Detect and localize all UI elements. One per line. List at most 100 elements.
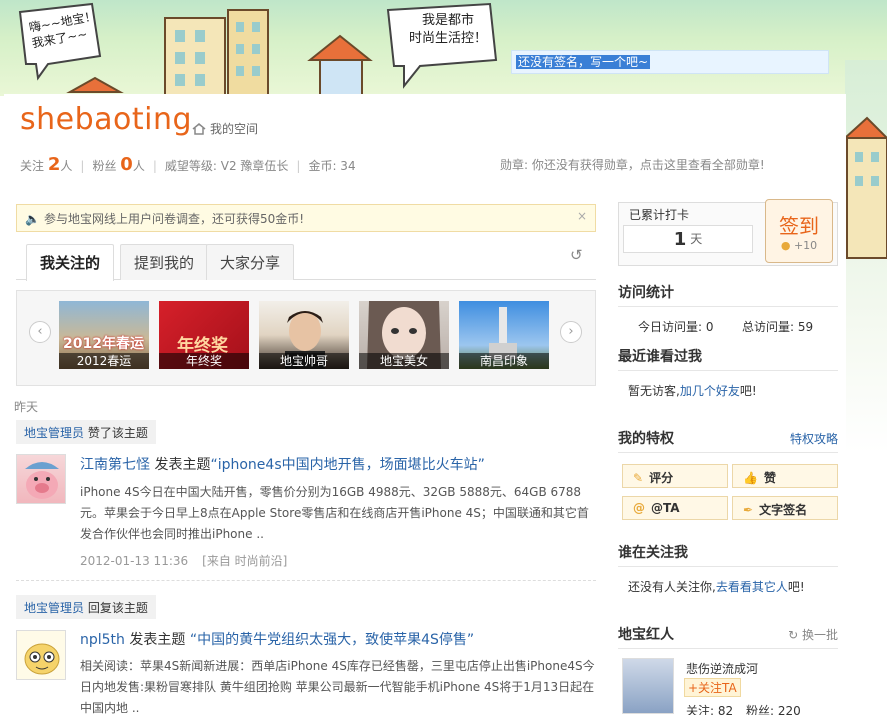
carousel-item[interactable]: 2012年春运 2012春运 [59, 301, 149, 369]
survey-notice: 🔈 参与地宝网线上用户问卷调查，还可获得50金币! × [16, 204, 596, 232]
feed-tabs: 我关注的 提到我的 大家分享 [16, 244, 596, 281]
divider [618, 566, 838, 567]
carousel-next-button[interactable]: › [560, 321, 582, 343]
divider [618, 370, 838, 371]
recent-tail: 吧! [739, 384, 757, 398]
privilege-rate-button[interactable]: ✎ 评分 [622, 464, 728, 488]
post-source[interactable]: [来自 时尚前沿] [202, 554, 287, 568]
follow-user-button[interactable]: +关注TA [684, 678, 741, 697]
activity-user-link[interactable]: 地宝管理员 [24, 426, 84, 440]
feed-body: iPhone 4S今日在中国大陆开售，零售价分别为16GB 4988元、32GB… [80, 485, 589, 541]
thumb-caption: 地宝帅哥 [259, 353, 349, 369]
privileges-title: 我的特权 特权攻略 [618, 428, 838, 448]
carousel-item[interactable]: 地宝帅哥 [259, 301, 349, 369]
privilege-label: 文字签名 [759, 503, 808, 517]
followers-text: 还没有人关注你,去看看其它人吧! [628, 578, 805, 595]
follow-unit: 人 [60, 159, 73, 173]
divider: | [296, 159, 301, 173]
privilege-at-button[interactable]: @ @TA [622, 496, 728, 520]
checkin-button[interactable]: 签到 ● +10 [765, 199, 833, 263]
fans-unit: 人 [132, 159, 145, 173]
activity-user-link[interactable]: 地宝管理员 [24, 601, 84, 615]
pen-icon: ✒ [743, 503, 754, 517]
signature-input[interactable]: 还没有签名，写一个吧~ [511, 50, 829, 74]
avatar[interactable] [16, 630, 66, 680]
checkin-label: 已累计打卡 [629, 208, 690, 222]
divider [16, 580, 596, 581]
followers-title: 谁在关注我 [618, 542, 838, 562]
topic-carousel: ‹ 2012年春运 2012春运 年终奖 年终奖 地宝帅哥 地宝美女 南昌印象 … [16, 290, 596, 386]
profile-stats: 关注 2人 | 粉丝 0人 | 威望等级: V2 豫章伍长 | 金币: 34 [20, 154, 356, 175]
privilege-label: 赞 [763, 471, 776, 485]
tab-following[interactable]: 我关注的 [26, 244, 115, 281]
topic-link[interactable]: “中国的黄牛党组织太强大，致使苹果4S停售” [190, 632, 474, 648]
refresh-batch-button[interactable]: ↻ 换一批 [788, 626, 838, 643]
author-link[interactable]: npl5th [80, 632, 125, 648]
fans-link[interactable]: 粉丝 0人 [92, 154, 145, 175]
close-icon[interactable]: × [577, 209, 587, 223]
featured-user-name[interactable]: 悲伤逆流成河 [686, 660, 758, 677]
tab-label: 我关注的 [40, 254, 101, 272]
privilege-like-button[interactable]: 👍 赞 [732, 464, 838, 488]
visit-stats-title: 访问统计 [618, 282, 838, 302]
divider [618, 452, 838, 453]
thumb-caption: 2012春运 [59, 353, 149, 369]
feed-action: 发表主题 [154, 457, 211, 473]
topic-link[interactable]: “iphone4s中国内地开售，场面堪比火车站” [210, 457, 484, 473]
fans-label: 粉丝 [92, 159, 117, 173]
section-title: 谁在关注我 [618, 545, 688, 561]
avatar[interactable] [622, 658, 674, 714]
author-link[interactable]: 江南第七怪 [80, 457, 150, 473]
myspace-link[interactable]: 我的空间 [192, 120, 258, 137]
refresh-icon[interactable]: ↺ [570, 246, 586, 264]
carousel-item[interactable]: 年终奖 年终奖 [159, 301, 249, 369]
feed-action: 发表主题 [129, 632, 186, 648]
recent-visitors-title: 最近谁看过我 [618, 346, 838, 366]
privilege-signature-button[interactable]: ✒ 文字签名 [732, 496, 838, 520]
carousel-prev-button[interactable]: ‹ [29, 321, 51, 343]
right-decoration [845, 60, 887, 715]
follow-label: 关注 [20, 159, 45, 173]
privilege-label: @TA [651, 501, 680, 515]
coin-icon: ● [780, 239, 791, 252]
myspace-label: 我的空间 [210, 122, 259, 136]
main-panel: shebaoting 我的空间 关注 2人 | 粉丝 0人 | 威望等级: V2 豫章伍… [4, 94, 846, 715]
feed-body: 相关阅读：苹果4S新闻新进展：西单店iPhone 4S库存已经售罄，三里屯店停止… [80, 659, 595, 715]
rate-icon: ✎ [633, 471, 644, 485]
fans-count: 0 [120, 154, 133, 175]
tab-mentions[interactable]: 提到我的 [120, 244, 209, 280]
medal-link[interactable]: 勋章: 你还没有获得勋章，点击这里查看全部勋章! [500, 156, 765, 173]
thumb-caption: 年终奖 [159, 353, 249, 369]
checkin-days: 1天 [623, 225, 753, 253]
notice-text[interactable]: 参与地宝网线上用户问卷调查，还可获得50金币! [44, 212, 304, 226]
thumb-caption: 南昌印象 [459, 353, 549, 369]
cloud-right-text: 我是都市 时尚生活控！ [408, 13, 487, 46]
privileges-guide-link[interactable]: 特权攻略 [790, 430, 838, 447]
post-date: 2012-01-13 11:36 [80, 554, 189, 568]
divider: | [80, 159, 85, 173]
home-icon [192, 123, 206, 135]
follow-link[interactable]: 关注 2人 [20, 154, 73, 175]
signature-text: 还没有签名，写一个吧~ [516, 55, 651, 69]
visit-total: 总访问量: 59 [742, 320, 814, 334]
visit-today: 今日访问量: 0 [638, 320, 714, 334]
tab-share[interactable]: 大家分享 [206, 244, 295, 280]
browse-others-link[interactable]: 去看看其它人 [716, 580, 788, 594]
add-friends-link[interactable]: 加几个好友 [680, 384, 740, 398]
featured-user-fans: 粉丝: 220 [746, 704, 801, 715]
checkin-button-label: 签到 [779, 214, 819, 238]
feed-meta: 2012-01-13 11:36 [来自 时尚前沿] [80, 552, 287, 569]
checkin-unit: 天 [690, 232, 703, 246]
divider [618, 306, 838, 307]
carousel-item[interactable]: 南昌印象 [459, 301, 549, 369]
feed-heading: npl5th 发表主题 “中国的黄牛党组织太强大，致使苹果4S停售” [80, 629, 474, 649]
avatar[interactable] [16, 454, 66, 504]
recent-visitors-text: 暂无访客,加几个好友吧! [628, 382, 757, 399]
follow-count: 2 [47, 154, 61, 175]
activity-action: 回复该主题 [87, 601, 148, 615]
section-title: 访问统计 [618, 285, 674, 301]
username-title: shebaoting [20, 102, 193, 137]
recent-text: 暂无访客, [628, 384, 680, 398]
thumb-caption: 地宝美女 [359, 353, 449, 369]
carousel-item[interactable]: 地宝美女 [359, 301, 449, 369]
